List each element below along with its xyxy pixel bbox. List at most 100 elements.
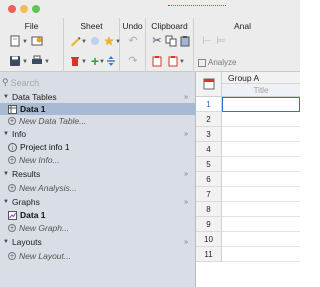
table-cell[interactable] [222, 157, 300, 172]
collapse-icon[interactable]: » [184, 94, 188, 101]
nav-item-label: Data 1 [20, 210, 46, 220]
chevron-down-icon[interactable]: ▼ [81, 39, 87, 45]
search-field[interactable]: ⚲ Search [2, 76, 192, 89]
chevron-down-icon[interactable]: ▼ [44, 59, 50, 65]
table-cell[interactable] [222, 247, 300, 262]
table-cell[interactable] [222, 187, 300, 202]
new-graph-link[interactable]: + New Graph... [0, 222, 196, 234]
copy-icon[interactable] [164, 34, 178, 48]
collapse-icon[interactable]: » [184, 131, 188, 138]
cut-icon[interactable]: ✂ [150, 34, 164, 48]
row-number[interactable]: 4 [196, 142, 222, 157]
section-info[interactable]: ▼ Info » [0, 128, 196, 140]
collapse-icon[interactable]: » [184, 171, 188, 178]
row-number[interactable]: 11 [196, 247, 222, 262]
close-window-button[interactable] [8, 5, 16, 13]
section-data-tables[interactable]: ▼ Data Tables » [0, 91, 196, 103]
toolbar-group-sheet: Sheet ▼ ▼ ▼ + ▼ [64, 18, 121, 72]
new-item-label: New Analysis... [19, 183, 77, 193]
row-number[interactable]: 5 [196, 157, 222, 172]
row-number[interactable]: 8 [196, 202, 222, 217]
table-cell[interactable] [222, 217, 300, 232]
toolbar-group-clipboard: Clipboard ✂ ▼ [146, 18, 194, 72]
new-info-link[interactable]: + New Info... [0, 154, 196, 166]
toolbar-group-label: Sheet [80, 21, 103, 31]
row-number[interactable]: 10 [196, 232, 222, 247]
chevron-down-icon[interactable]: ▼ [22, 59, 28, 65]
collapse-icon[interactable]: » [184, 199, 188, 206]
chevron-down-icon[interactable]: ▼ [3, 239, 9, 245]
nav-item-data-table-1[interactable]: Data 1 [0, 103, 196, 115]
print-icon[interactable] [30, 54, 44, 68]
svg-text:i: i [12, 146, 13, 152]
nav-item-project-info-1[interactable]: i Project info 1 [0, 141, 196, 153]
new-layout-link[interactable]: + New Layout... [0, 250, 196, 262]
table-cell[interactable] [222, 172, 300, 187]
analyze-button[interactable]: Analyze [198, 58, 236, 67]
active-cell[interactable] [222, 97, 300, 112]
section-graphs[interactable]: ▼ Graphs » [0, 196, 196, 208]
zoom-window-button[interactable] [32, 5, 40, 13]
section-label: Results [11, 169, 41, 179]
chevron-down-icon[interactable]: ▼ [3, 171, 9, 177]
row-number[interactable]: 6 [196, 172, 222, 187]
navigator-panel: ⚲ Search ▼ Data Tables » Data 1 + New Da… [0, 72, 196, 287]
table-cell[interactable] [222, 202, 300, 217]
column-header[interactable]: Group A [222, 72, 300, 84]
data-sheet: Group A Title 1 2 3 4 5 6 7 8 9 10 11 [196, 72, 300, 287]
new-item-label: New Info... [19, 155, 60, 165]
search-icon: ⚲ [2, 77, 9, 87]
new-data-table-link[interactable]: + New Data Table... [0, 115, 196, 127]
analysis-row-icon[interactable]: ⊢ [200, 34, 214, 48]
row-number[interactable]: 7 [196, 187, 222, 202]
star-icon[interactable] [102, 34, 116, 48]
section-label: Data Tables [11, 92, 57, 102]
clipboard-icon[interactable] [150, 54, 164, 68]
add-circle-icon: + [8, 184, 16, 192]
paste-special-icon[interactable] [166, 54, 180, 68]
table-cell[interactable] [222, 232, 300, 247]
section-results[interactable]: ▼ Results » [0, 168, 196, 180]
circle-icon[interactable] [88, 34, 102, 48]
undo-icon[interactable]: ↶ [126, 34, 140, 48]
sort-icon[interactable] [104, 54, 118, 68]
chevron-down-icon[interactable]: ▼ [179, 59, 185, 65]
column-title-cell[interactable]: Title [222, 84, 300, 97]
chevron-down-icon[interactable]: ▼ [3, 131, 9, 137]
chevron-down-icon[interactable]: ▼ [81, 59, 87, 65]
row-number[interactable]: 3 [196, 127, 222, 142]
row-number[interactable]: 9 [196, 217, 222, 232]
redo-icon[interactable]: ↷ [126, 54, 140, 68]
delete-sheet-icon[interactable] [68, 54, 82, 68]
new-table-icon[interactable] [30, 34, 44, 48]
row-number[interactable]: 2 [196, 112, 222, 127]
info-icon: i [8, 142, 17, 152]
chevron-down-icon[interactable]: ▼ [3, 94, 9, 100]
search-input[interactable]: Search [11, 78, 40, 88]
new-analysis-link[interactable]: + New Analysis... [0, 182, 196, 194]
nav-item-graph-data-1[interactable]: Data 1 [0, 209, 196, 221]
row-number[interactable]: 1 [196, 97, 222, 112]
table-cell[interactable] [222, 142, 300, 157]
chevron-down-icon[interactable]: ▼ [3, 199, 9, 205]
analyze-icon [198, 58, 206, 67]
section-layouts[interactable]: ▼ Layouts » [0, 236, 196, 248]
toolbar-group-label: File [24, 21, 39, 31]
nav-item-label: Data 1 [20, 104, 46, 114]
save-icon[interactable] [8, 54, 22, 68]
paste-icon[interactable] [178, 34, 192, 48]
add-circle-icon: + [8, 117, 16, 125]
sheet-corner[interactable] [196, 72, 222, 97]
table-icon [8, 104, 17, 114]
table-cell[interactable] [222, 112, 300, 127]
table-cell[interactable] [222, 127, 300, 142]
analysis-col-icon[interactable]: ⊨ [214, 34, 228, 48]
section-label: Layouts [11, 237, 42, 247]
collapse-icon[interactable]: » [184, 239, 188, 246]
chevron-down-icon[interactable]: ▼ [22, 39, 28, 45]
new-document-icon[interactable] [8, 34, 22, 48]
minimize-window-button[interactable] [20, 5, 28, 13]
graph-icon [8, 210, 17, 220]
toolbar: File ▼ ▼ ▼ Sheet ▼ ▼ ▼ + ▼ Undo ↶ ↷ Clip… [0, 18, 300, 72]
pencil-icon[interactable] [68, 34, 82, 48]
